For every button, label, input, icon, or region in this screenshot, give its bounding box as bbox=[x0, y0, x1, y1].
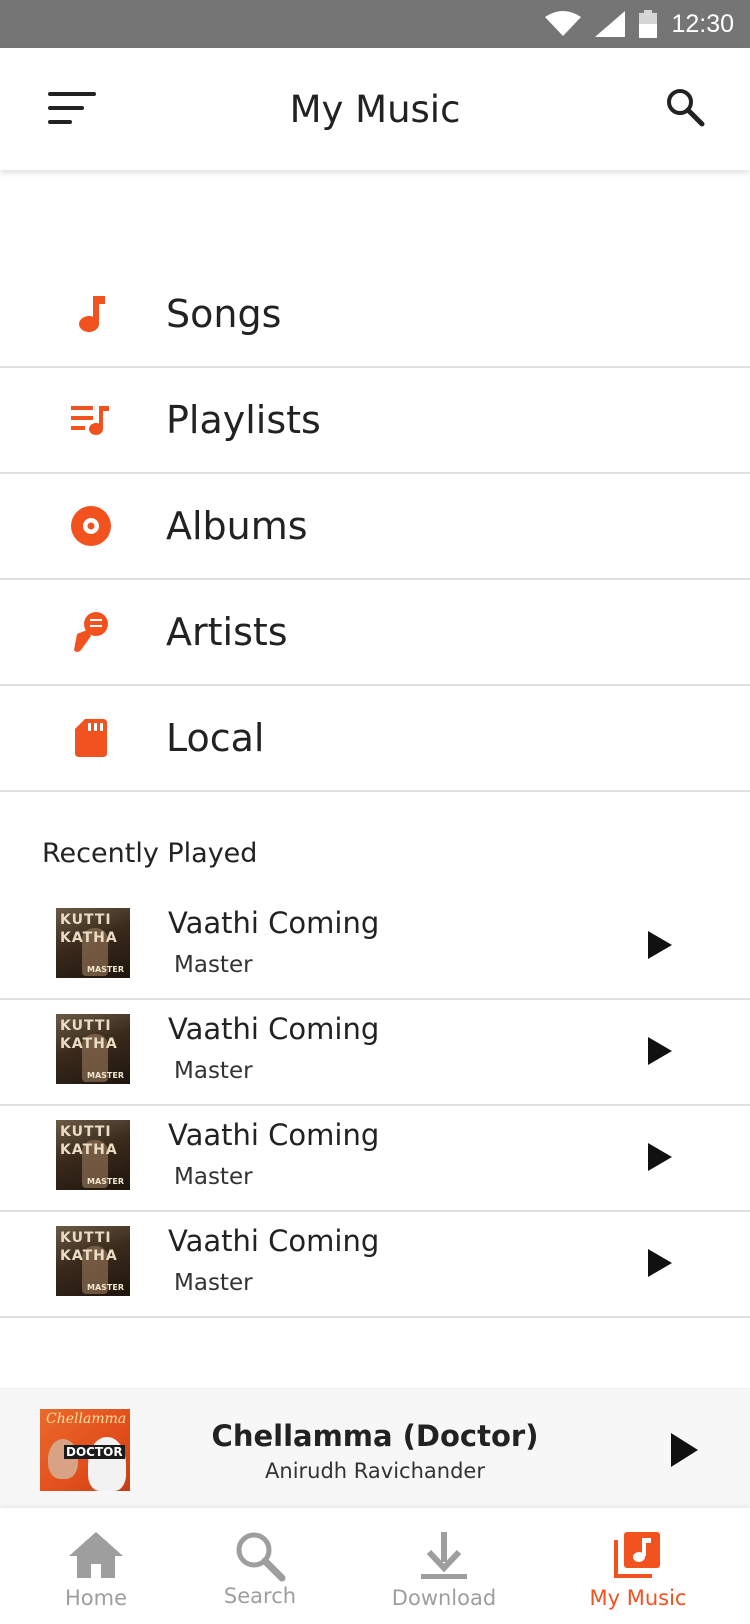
microphone-icon bbox=[74, 612, 108, 652]
play-button[interactable] bbox=[644, 1246, 676, 1280]
battery-icon bbox=[639, 10, 658, 38]
nav-search[interactable]: Search bbox=[180, 1508, 340, 1624]
status-time: 12:30 bbox=[671, 9, 734, 38]
category-label: Local bbox=[166, 716, 265, 760]
play-icon bbox=[648, 931, 672, 959]
app-bar: My Music bbox=[0, 48, 750, 170]
mini-player[interactable]: Chellamma DOCTOR Chellamma (Doctor) Anir… bbox=[0, 1388, 750, 1508]
song-title: Vaathi Coming bbox=[168, 1224, 380, 1258]
now-playing-artist: Anirudh Ravichander bbox=[265, 1459, 485, 1483]
category-list: Songs Playlists Albums Artists Local bbox=[0, 262, 750, 792]
category-local[interactable]: Local bbox=[0, 686, 750, 792]
album-icon bbox=[71, 506, 111, 546]
category-albums[interactable]: Albums bbox=[0, 474, 750, 580]
music-note-icon bbox=[79, 296, 105, 332]
wifi-icon bbox=[545, 11, 582, 36]
recently-played-heading: Recently Played bbox=[42, 838, 258, 869]
song-album: Master bbox=[174, 1058, 253, 1084]
bottom-nav: Home Search Download My Music bbox=[0, 1508, 750, 1624]
search-icon bbox=[667, 89, 705, 127]
download-icon bbox=[421, 1532, 467, 1579]
album-art: KUTTI KATHA MASTER bbox=[56, 908, 130, 978]
category-artists[interactable]: Artists bbox=[0, 580, 750, 686]
song-title: Vaathi Coming bbox=[168, 1118, 380, 1152]
now-playing-title: Chellamma (Doctor) bbox=[211, 1419, 539, 1453]
play-icon bbox=[648, 1037, 672, 1065]
play-icon bbox=[671, 1433, 698, 1467]
signal-icon bbox=[595, 11, 626, 37]
category-songs[interactable]: Songs bbox=[0, 262, 750, 368]
category-playlists[interactable]: Playlists bbox=[0, 368, 750, 474]
play-button[interactable] bbox=[644, 928, 676, 962]
search-icon bbox=[236, 1532, 286, 1582]
home-icon bbox=[69, 1532, 123, 1578]
list-item[interactable]: KUTTI KATHA MASTER Vaathi Coming Master bbox=[0, 894, 750, 1000]
list-item[interactable]: KUTTI KATHA MASTER Vaathi Coming Master bbox=[0, 1000, 750, 1106]
list-item[interactable]: KUTTI KATHA MASTER Vaathi Coming Master bbox=[0, 1106, 750, 1212]
album-art: KUTTI KATHA MASTER bbox=[56, 1014, 130, 1084]
library-music-icon bbox=[614, 1532, 660, 1578]
play-icon bbox=[648, 1249, 672, 1277]
playlist-icon bbox=[71, 406, 109, 435]
song-album: Master bbox=[174, 1270, 253, 1296]
play-button[interactable] bbox=[644, 1034, 676, 1068]
page-title: My Music bbox=[289, 87, 461, 131]
play-icon bbox=[648, 1143, 672, 1171]
album-art: KUTTI KATHA MASTER bbox=[56, 1226, 130, 1296]
category-label: Songs bbox=[166, 292, 282, 336]
nav-label: Home bbox=[64, 1586, 127, 1610]
nav-my-music[interactable]: My Music bbox=[558, 1508, 718, 1624]
nav-label: Download bbox=[391, 1586, 497, 1610]
sd-card-icon bbox=[75, 719, 107, 757]
album-art: KUTTI KATHA MASTER bbox=[56, 1120, 130, 1190]
category-label: Albums bbox=[166, 504, 308, 548]
song-title: Vaathi Coming bbox=[168, 1012, 380, 1046]
song-album: Master bbox=[174, 952, 253, 978]
song-title: Vaathi Coming bbox=[168, 906, 380, 940]
nav-download[interactable]: Download bbox=[364, 1508, 524, 1624]
nav-label: Search bbox=[223, 1584, 297, 1608]
recently-played-list: KUTTI KATHA MASTER Vaathi Coming Master … bbox=[0, 894, 750, 1318]
category-label: Artists bbox=[166, 610, 288, 654]
mini-player-play-button[interactable] bbox=[668, 1431, 700, 1469]
category-label: Playlists bbox=[166, 398, 321, 442]
song-album: Master bbox=[174, 1164, 253, 1190]
play-button[interactable] bbox=[644, 1140, 676, 1174]
nav-home[interactable]: Home bbox=[16, 1508, 176, 1624]
list-item[interactable]: KUTTI KATHA MASTER Vaathi Coming Master bbox=[0, 1212, 750, 1318]
header-search-button[interactable] bbox=[664, 86, 708, 130]
nav-label: My Music bbox=[589, 1586, 687, 1610]
status-bar: 12:30 bbox=[0, 0, 750, 48]
menu-icon bbox=[48, 92, 96, 124]
menu-button[interactable] bbox=[46, 86, 98, 130]
